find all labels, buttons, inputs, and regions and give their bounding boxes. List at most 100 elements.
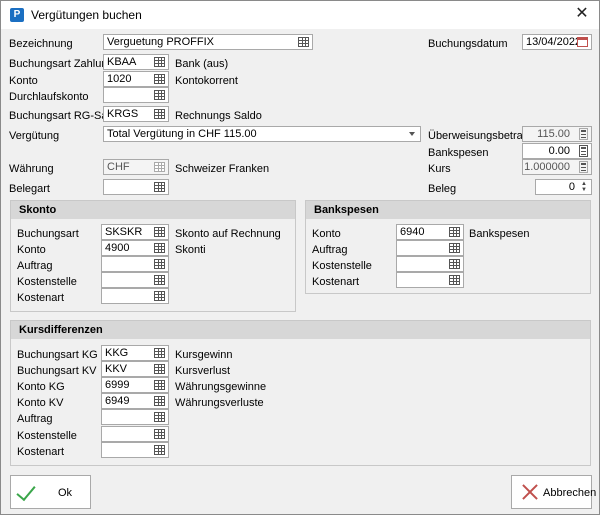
calculator-icon[interactable]	[579, 145, 588, 157]
table-icon[interactable]	[154, 259, 165, 269]
spinner-icon[interactable]: ▲ ▼	[580, 181, 588, 193]
bankspesen-konto-input[interactable]: 6940	[396, 224, 464, 240]
bezeichnung-input[interactable]: Verguetung PROFFIX	[103, 34, 313, 50]
table-icon[interactable]	[154, 445, 165, 455]
bankspesen-kostenstelle-input[interactable]	[396, 256, 464, 272]
table-icon[interactable]	[154, 109, 165, 119]
skonto-konto-desc: Skonti	[175, 244, 206, 256]
skonto-kostenart-label: Kostenart	[17, 292, 65, 304]
buchungsart-zahlung-label: Buchungsart Zahlung	[9, 58, 114, 70]
buchungsdatum-input[interactable]: 13/04/2022	[522, 34, 592, 50]
kd-auftrag-input[interactable]	[101, 409, 169, 425]
table-icon[interactable]	[154, 380, 165, 390]
beleg-label: Beleg	[428, 183, 457, 195]
konto-label: Konto	[9, 75, 38, 87]
cancel-button[interactable]: Abbrechen	[511, 475, 596, 509]
calculator-icon	[579, 128, 588, 140]
skonto-buchungsart-input[interactable]: SKSKR	[101, 224, 169, 240]
skonto-auftrag-input[interactable]	[101, 256, 169, 272]
buchungsart-zahlung-desc: Bank (aus)	[175, 58, 229, 70]
table-icon[interactable]	[449, 275, 460, 285]
bankspesen-auftrag-input[interactable]	[396, 240, 464, 256]
cancel-label: Abbrechen	[543, 487, 597, 499]
skonto-konto-input[interactable]: 4900	[101, 240, 169, 256]
ok-button[interactable]: Ok	[10, 475, 91, 509]
bankspesen-auftrag-label: Auftrag	[312, 244, 348, 256]
table-icon[interactable]	[154, 74, 165, 84]
kd-buchungsart-kg-desc: Kursgewinn	[175, 349, 233, 361]
beleg-value: 0	[568, 181, 575, 193]
skonto-buchungsart-value: SKSKR	[105, 226, 143, 238]
kd-konto-kg-value: 6999	[105, 379, 130, 391]
waehrung-value: CHF	[107, 161, 130, 173]
konto-value: 1020	[107, 73, 132, 85]
buchungsart-zahlung-value: KBAA	[107, 56, 137, 68]
skonto-buchungsart-desc: Skonto auf Rechnung	[175, 228, 281, 240]
belegart-input[interactable]	[103, 179, 169, 195]
bankspesen-label: Bankspesen	[428, 147, 489, 159]
buchungsart-rg-saldo-value: KRGS	[107, 108, 139, 120]
table-icon	[154, 162, 165, 172]
waehrung-desc: Schweizer Franken	[175, 163, 270, 175]
kd-kostenstelle-input[interactable]	[101, 426, 169, 442]
table-icon[interactable]	[449, 259, 460, 269]
kd-kostenart-input[interactable]	[101, 442, 169, 458]
konto-input[interactable]: 1020	[103, 71, 169, 87]
buchungsart-rg-saldo-input[interactable]: KRGS	[103, 106, 169, 122]
durchlaufskonto-input[interactable]	[103, 87, 169, 103]
title-bar: P Vergütungen buchen ✕	[1, 1, 599, 29]
kd-buchungsart-kg-value: KKG	[105, 347, 129, 359]
table-icon[interactable]	[154, 275, 165, 285]
table-icon[interactable]	[154, 243, 165, 253]
table-icon[interactable]	[154, 90, 165, 100]
bankspesen-kostenart-input[interactable]	[396, 272, 464, 288]
ueberweisungsbetrag-input: 115.00	[522, 126, 592, 142]
durchlaufskonto-label: Durchlaufskonto	[9, 91, 89, 103]
verguetung-select[interactable]: Total Vergütung in CHF 115.00	[103, 126, 421, 142]
table-icon[interactable]	[154, 182, 165, 192]
bankspesen-header: Bankspesen	[306, 201, 590, 219]
close-icon	[520, 482, 540, 502]
table-icon[interactable]	[154, 227, 165, 237]
skonto-kostenstelle-label: Kostenstelle	[17, 276, 77, 288]
close-icon[interactable]: ✕	[573, 5, 591, 23]
chevron-down-icon[interactable]	[409, 132, 415, 136]
skonto-auftrag-label: Auftrag	[17, 260, 53, 272]
kd-kostenstelle-label: Kostenstelle	[17, 430, 77, 442]
ueberweisungsbetrag-label: Überweisungsbetrag	[428, 130, 529, 142]
kd-buchungsart-kv-input[interactable]: KKV	[101, 361, 169, 377]
bankspesen-input[interactable]: 0.00	[522, 143, 592, 159]
beleg-input[interactable]: 0 ▲ ▼	[535, 179, 592, 195]
bezeichnung-value: Verguetung PROFFIX	[107, 36, 214, 48]
kd-konto-kv-input[interactable]: 6949	[101, 393, 169, 409]
kd-konto-kg-input[interactable]: 6999	[101, 377, 169, 393]
table-icon[interactable]	[449, 227, 460, 237]
calendar-icon[interactable]	[577, 37, 588, 47]
table-icon[interactable]	[154, 429, 165, 439]
skonto-kostenart-input[interactable]	[101, 288, 169, 304]
kd-buchungsart-kg-input[interactable]: KKG	[101, 345, 169, 361]
buchungsart-zahlung-input[interactable]: KBAA	[103, 54, 169, 70]
table-icon[interactable]	[154, 57, 165, 67]
table-icon[interactable]	[449, 243, 460, 253]
table-icon[interactable]	[154, 364, 165, 374]
buchungsdatum-value: 13/04/2022	[526, 36, 582, 48]
kd-konto-kg-desc: Währungsgewinne	[175, 381, 267, 393]
skonto-kostenstelle-input[interactable]	[101, 272, 169, 288]
kd-buchungsart-kv-value: KKV	[105, 363, 128, 375]
buchungsdatum-label: Buchungsdatum	[428, 38, 508, 50]
table-icon[interactable]	[154, 396, 165, 406]
buchungsart-rg-saldo-desc: Rechnungs Saldo	[175, 110, 262, 122]
bezeichnung-label: Bezeichnung	[9, 38, 73, 50]
table-icon[interactable]	[154, 412, 165, 422]
bankspesen-konto-label: Konto	[312, 228, 341, 240]
ok-label: Ok	[58, 487, 73, 499]
checkmark-icon	[16, 480, 36, 502]
kursdifferenzen-title: Kursdifferenzen	[19, 324, 103, 336]
table-icon[interactable]	[154, 348, 165, 358]
bankspesen-title: Bankspesen	[314, 204, 379, 216]
table-icon[interactable]	[154, 291, 165, 301]
table-icon[interactable]	[298, 37, 309, 47]
bankspesen-konto-desc: Bankspesen	[469, 228, 530, 240]
skonto-buchungsart-label: Buchungsart	[17, 228, 79, 240]
